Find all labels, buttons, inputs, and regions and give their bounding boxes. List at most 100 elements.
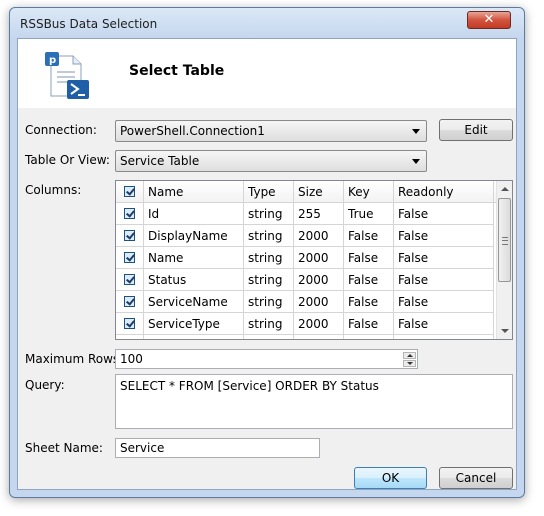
- grip-icon: [502, 237, 508, 245]
- cell-type: string: [244, 269, 294, 291]
- cell-size: 2000: [294, 313, 344, 335]
- cell-key: False: [344, 225, 394, 247]
- select-all-cell[interactable]: [116, 181, 144, 203]
- row-select-cell[interactable]: [116, 269, 144, 291]
- columns-grid-body: Name Type Size Key Readonly Id string 255 T…: [116, 181, 496, 339]
- table-row[interactable]: ServiceName string 2000 False False: [116, 291, 496, 313]
- table-row[interactable]: Name string 2000 False False: [116, 247, 496, 269]
- row-select-cell[interactable]: [116, 335, 144, 339]
- grid-header-row: Name Type Size Key Readonly: [116, 181, 496, 203]
- sheet-name-label: Sheet Name:: [25, 441, 103, 455]
- chevron-down-icon: [412, 159, 420, 164]
- max-rows-stepper[interactable]: [403, 352, 416, 367]
- query-textarea[interactable]: SELECT * FROM [Service] ORDER BY Status: [115, 374, 513, 429]
- row-select-cell[interactable]: [116, 291, 144, 313]
- max-rows-label: Maximum Rows:: [25, 352, 124, 366]
- row-checkbox[interactable]: [124, 252, 135, 263]
- window-title: RSSBus Data Selection: [20, 17, 158, 31]
- column-header-key[interactable]: Key: [344, 181, 394, 203]
- column-header-type[interactable]: Type: [244, 181, 294, 203]
- table-select[interactable]: Service Table: [115, 150, 427, 172]
- row-select-cell[interactable]: [116, 313, 144, 335]
- table-row[interactable]: Id string 255 True False: [116, 203, 496, 225]
- row-checkbox[interactable]: [124, 318, 135, 329]
- svg-text:p: p: [49, 55, 56, 66]
- cell-key: [344, 335, 394, 339]
- row-checkbox[interactable]: [124, 230, 135, 241]
- cell-size: 2000: [294, 225, 344, 247]
- table-row[interactable]: [116, 335, 496, 339]
- row-checkbox[interactable]: [124, 296, 135, 307]
- connection-select[interactable]: PowerShell.Connection1: [115, 120, 427, 142]
- column-header-name[interactable]: Name: [144, 181, 244, 203]
- cell-type: string: [244, 225, 294, 247]
- cell-key: False: [344, 269, 394, 291]
- select-all-checkbox[interactable]: [124, 186, 135, 197]
- cell-readonly: False: [394, 313, 494, 335]
- column-header-size[interactable]: Size: [294, 181, 344, 203]
- cell-type: string: [244, 291, 294, 313]
- cell-type: [244, 335, 294, 339]
- column-header-readonly[interactable]: Readonly: [394, 181, 494, 203]
- max-rows-input[interactable]: 100: [115, 349, 418, 369]
- cell-name: Status: [144, 269, 244, 291]
- cell-readonly: False: [394, 269, 494, 291]
- cell-readonly: False: [394, 247, 494, 269]
- dialog-client-area: p Select Table Connection: PowerShell.Co…: [17, 38, 517, 490]
- edit-button[interactable]: Edit: [439, 119, 513, 141]
- ok-button[interactable]: OK: [354, 467, 427, 489]
- columns-grid: Name Type Size Key Readonly Id string 255 T…: [115, 180, 513, 340]
- connection-value: PowerShell.Connection1: [120, 124, 265, 138]
- cell-name: ServiceType: [144, 313, 244, 335]
- cell-key: True: [344, 203, 394, 225]
- header-band: p Select Table: [18, 39, 516, 108]
- table-row[interactable]: DisplayName string 2000 False False: [116, 225, 496, 247]
- scroll-thumb[interactable]: [498, 198, 511, 282]
- cell-size: 2000: [294, 247, 344, 269]
- close-icon: ✕: [483, 12, 495, 27]
- query-label: Query:: [25, 378, 65, 392]
- page-title: Select Table: [129, 63, 225, 79]
- columns-label: Columns:: [25, 183, 82, 197]
- cell-type: string: [244, 247, 294, 269]
- stepper-down-icon[interactable]: [403, 360, 416, 367]
- grid-scrollbar[interactable]: [496, 181, 512, 339]
- row-checkbox[interactable]: [124, 274, 135, 285]
- cell-key: False: [344, 247, 394, 269]
- scroll-down-icon[interactable]: [501, 329, 509, 333]
- cell-readonly: False: [394, 225, 494, 247]
- cell-size: 2000: [294, 269, 344, 291]
- cell-readonly: False: [394, 291, 494, 313]
- cancel-button[interactable]: Cancel: [439, 467, 513, 489]
- max-rows-value: 100: [120, 352, 143, 366]
- chevron-down-icon: [412, 129, 420, 134]
- cell-name: ServiceName: [144, 291, 244, 313]
- cell-size: [294, 335, 344, 339]
- close-button[interactable]: ✕: [467, 11, 511, 29]
- cell-readonly: [394, 335, 494, 339]
- cell-name: Name: [144, 247, 244, 269]
- cell-key: False: [344, 313, 394, 335]
- cell-type: string: [244, 203, 294, 225]
- dialog-window: RSSBus Data Selection ✕ p Select Table C…: [9, 7, 525, 498]
- row-select-cell[interactable]: [116, 225, 144, 247]
- row-select-cell[interactable]: [116, 203, 144, 225]
- powershell-document-icon: p: [45, 52, 89, 99]
- table-row[interactable]: ServiceType string 2000 False False: [116, 313, 496, 335]
- cell-name: DisplayName: [144, 225, 244, 247]
- cell-size: 2000: [294, 291, 344, 313]
- stepper-up-icon[interactable]: [403, 352, 416, 359]
- connection-label: Connection:: [25, 123, 97, 137]
- row-select-cell[interactable]: [116, 247, 144, 269]
- cell-name: [144, 335, 244, 339]
- cell-type: string: [244, 313, 294, 335]
- cell-size: 255: [294, 203, 344, 225]
- table-label: Table Or View:: [25, 153, 110, 167]
- cell-key: False: [344, 291, 394, 313]
- scroll-up-icon[interactable]: [501, 187, 509, 191]
- table-value: Service Table: [120, 154, 200, 168]
- table-row[interactable]: Status string 2000 False False: [116, 269, 496, 291]
- cell-readonly: False: [394, 203, 494, 225]
- sheet-name-input[interactable]: Service: [115, 438, 320, 458]
- row-checkbox[interactable]: [124, 208, 135, 219]
